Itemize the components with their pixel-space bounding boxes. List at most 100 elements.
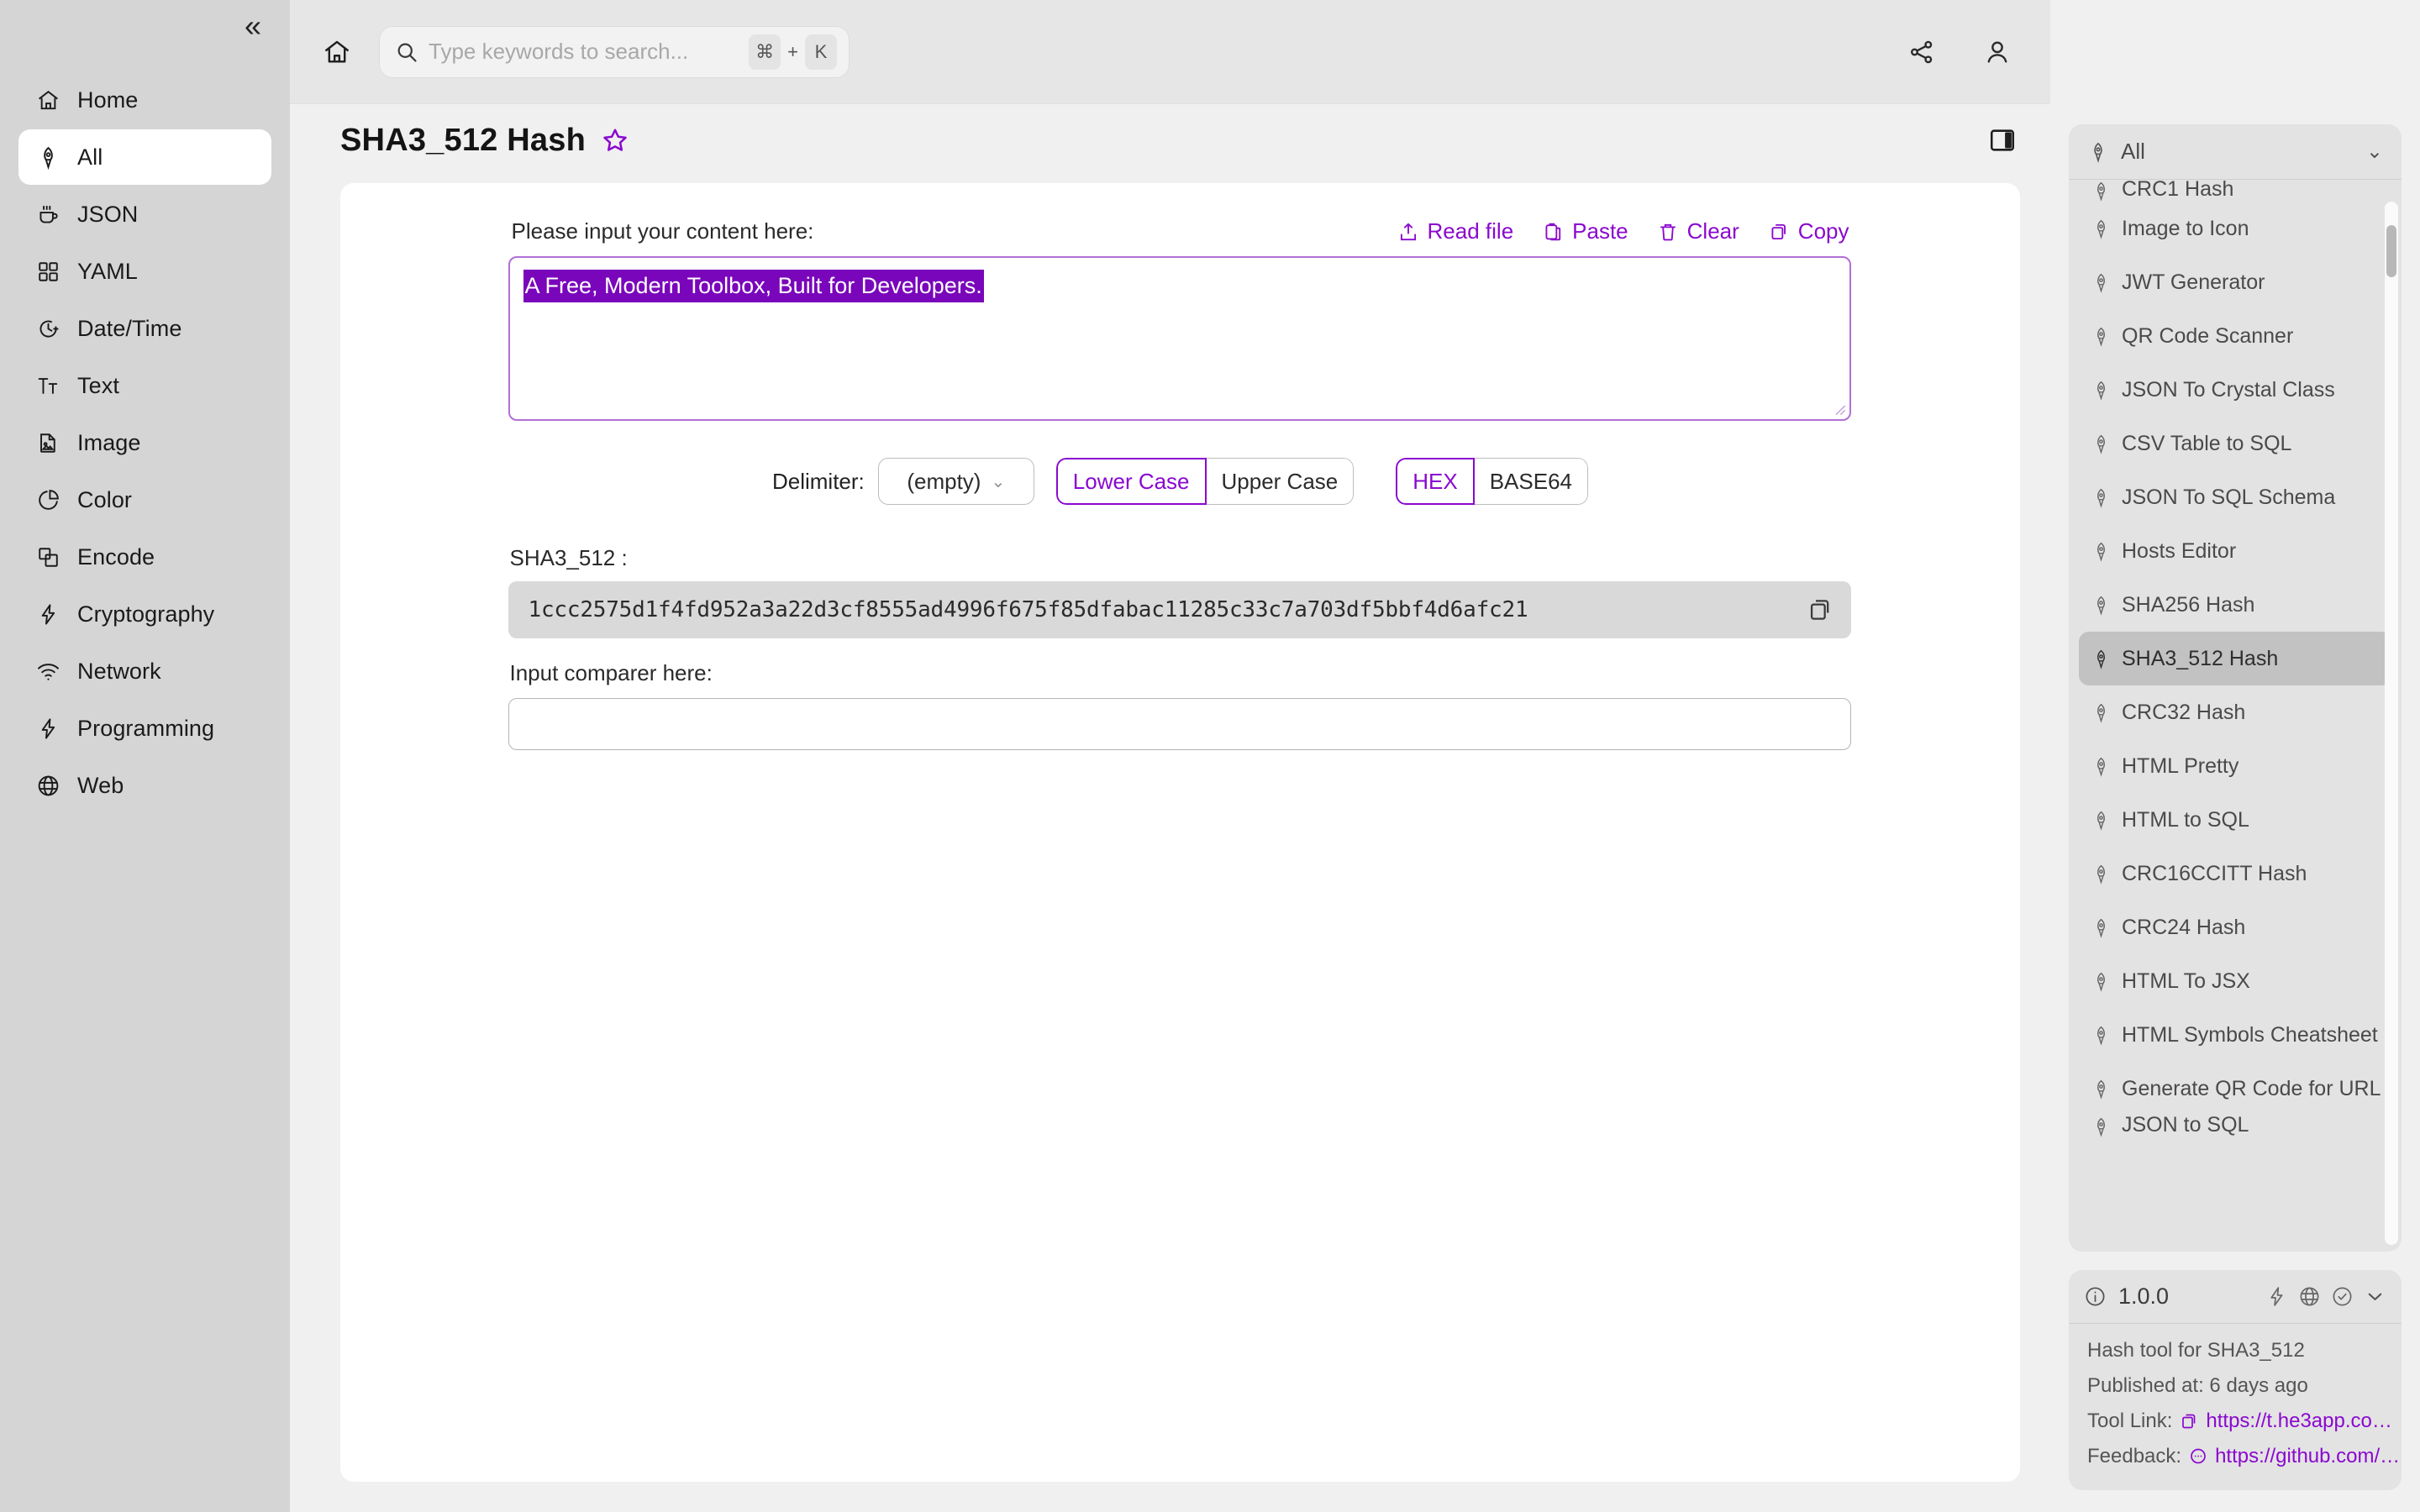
- tool-list-item[interactable]: SHA256 Hash: [2079, 578, 2391, 632]
- check-circle-icon[interactable]: [2331, 1285, 2354, 1308]
- tool-info-actions: [2265, 1285, 2386, 1308]
- chat-bubble-icon[interactable]: [2188, 1446, 2208, 1467]
- tool-list-item-label: Generate QR Code for URL: [2122, 1076, 2381, 1100]
- delimiter-select[interactable]: (empty) ⌄: [877, 458, 1034, 505]
- rocket-icon: [2097, 703, 2105, 723]
- sidebar-item-web[interactable]: Web: [18, 758, 271, 813]
- right-panel: All ⌄ CRC1 Hash Image to Icon JWT Generato…: [2050, 0, 2420, 1512]
- share-button[interactable]: [1902, 33, 1941, 71]
- tool-list-item-label: Image to Icon: [2122, 216, 2249, 240]
- tool-list-item[interactable]: HTML To JSX: [2079, 954, 2391, 1008]
- tool-list-item-label: JSON To SQL Schema: [2122, 485, 2336, 509]
- case-lower-case-button[interactable]: Lower Case: [1055, 458, 1207, 505]
- tool-list-item[interactable]: CRC1 Hash: [2079, 180, 2391, 202]
- input-header-row: Please input your content here: Read fil…: [508, 218, 1853, 244]
- action-label: Read file: [1427, 218, 1514, 244]
- image-icon-wrap: [35, 430, 60, 455]
- rocket-icon-wrap: [35, 144, 60, 170]
- tool-list-item[interactable]: SHA3_512 Hash: [2079, 632, 2391, 685]
- tool-list-item[interactable]: HTML Symbols Cheatsheet: [2079, 1008, 2391, 1062]
- read-file-button[interactable]: Read file: [1397, 218, 1514, 244]
- feedback-label: Feedback:: [2087, 1445, 2182, 1467]
- tool-list-item[interactable]: CRC32 Hash: [2079, 685, 2391, 739]
- resize-grip-icon[interactable]: [1833, 402, 1846, 416]
- tool-list-item[interactable]: HTML to SQL: [2079, 793, 2391, 847]
- sidebar-item-json[interactable]: JSON: [18, 186, 271, 242]
- grid-icon-wrap: [35, 259, 60, 284]
- search-box[interactable]: ⌘ + K: [379, 25, 850, 78]
- search-input[interactable]: [429, 39, 739, 65]
- tools-list[interactable]: CRC1 Hash Image to Icon JWT Generator QR Co…: [2069, 180, 2402, 1252]
- sidebar-item-network[interactable]: Network: [18, 643, 271, 699]
- tool-list-item-label: SHA3_512 Hash: [2122, 646, 2279, 670]
- sidebar-item-all[interactable]: All: [18, 129, 271, 185]
- tool-list-item[interactable]: JWT Generator: [2079, 255, 2391, 309]
- content-textarea[interactable]: A Free, Modern Toolbox, Built for Develo…: [508, 256, 1851, 421]
- globe-icon[interactable]: [2298, 1285, 2321, 1308]
- tool-list-item[interactable]: Generate QR Code for URL: [2079, 1062, 2391, 1116]
- rocket-icon: [2097, 181, 2105, 202]
- result-field[interactable]: 1ccc2575d1f4fd952a3a22d3cf8555ad4996f675…: [508, 581, 1851, 638]
- format-hex-button[interactable]: HEX: [1396, 458, 1475, 505]
- topbar-actions: [1902, 33, 2017, 71]
- lightning-icon[interactable]: [2265, 1285, 2288, 1308]
- tool-link-value[interactable]: https://t.he3app.co…: [2206, 1410, 2391, 1433]
- clear-button[interactable]: Clear: [1657, 218, 1739, 244]
- tool-list-item[interactable]: JSON to SQL: [2079, 1116, 2391, 1137]
- tool-list-item[interactable]: CRC16CCITT Hash: [2079, 847, 2391, 900]
- action-label: Paste: [1572, 218, 1628, 244]
- delimiter-value: (empty): [907, 468, 981, 494]
- tool-list-item[interactable]: JSON To Crystal Class: [2079, 363, 2391, 417]
- tool-description: Hash tool for SHA3_512: [2087, 1339, 2383, 1362]
- tools-filter-dropdown[interactable]: All ⌄: [2069, 124, 2402, 180]
- tool-list-item[interactable]: CSV Table to SQL: [2079, 417, 2391, 470]
- sidebar-item-home[interactable]: Home: [18, 72, 271, 128]
- lightning-icon-wrap: [35, 601, 60, 627]
- case-segmented-control: Lower Case Upper Case: [1055, 458, 1355, 505]
- rocket-icon: [2097, 596, 2105, 616]
- kbd-plus: +: [787, 40, 798, 62]
- text-format-icon-wrap: [35, 373, 60, 398]
- tool-list-item[interactable]: Hosts Editor: [2079, 524, 2391, 578]
- comparer-input[interactable]: [508, 698, 1851, 750]
- sidebar-item-cryptography[interactable]: Cryptography: [18, 586, 271, 642]
- sidebar-item-programming[interactable]: Programming: [18, 701, 271, 756]
- sidebar-collapse-button[interactable]: «: [18, 0, 271, 52]
- favorite-button[interactable]: [601, 126, 629, 155]
- format-base64-button[interactable]: BASE64: [1473, 458, 1589, 505]
- rocket-icon: [2097, 381, 2105, 401]
- sidebar-item-image[interactable]: Image: [18, 415, 271, 470]
- feedback-value[interactable]: https://github.com/…: [2215, 1445, 2400, 1468]
- copy-icon[interactable]: [2179, 1411, 2199, 1431]
- chevron-down-icon[interactable]: [2364, 1285, 2386, 1308]
- right-panel-toggle[interactable]: [1988, 126, 2017, 155]
- sidebar-item-encode[interactable]: Encode: [18, 529, 271, 585]
- clock-icon-wrap: [35, 316, 60, 341]
- tool-list-item-label: QR Code Scanner: [2122, 323, 2294, 348]
- tool-list-item[interactable]: QR Code Scanner: [2079, 309, 2391, 363]
- tools-scroll-thumb[interactable]: [2386, 225, 2396, 277]
- tools-scrollbar[interactable]: [2385, 202, 2398, 1245]
- tools-card: All ⌄ CRC1 Hash Image to Icon JWT Generato…: [2069, 124, 2402, 1252]
- case-upper-case-button[interactable]: Upper Case: [1205, 458, 1355, 505]
- sidebar-item-text[interactable]: Text: [18, 358, 271, 413]
- sidebar-item-date-time[interactable]: Date/Time: [18, 301, 271, 356]
- tool-list-item[interactable]: CRC24 Hash: [2079, 900, 2391, 954]
- lightning-icon: [41, 717, 55, 739]
- paste-button[interactable]: Paste: [1542, 218, 1628, 244]
- page-title: SHA3_512 Hash: [340, 122, 586, 158]
- pie-chart-icon-wrap: [35, 487, 60, 512]
- sidebar-item-label: Text: [77, 372, 119, 398]
- sidebar-item-label: Encode: [77, 543, 155, 570]
- selected-input-text: A Free, Modern Toolbox, Built for Develo…: [523, 270, 984, 302]
- tool-list-item-label: CRC24 Hash: [2122, 915, 2246, 939]
- copy-button[interactable]: Copy: [1768, 218, 1849, 244]
- account-button[interactable]: [1978, 33, 2017, 71]
- tool-list-item[interactable]: HTML Pretty: [2079, 739, 2391, 793]
- home-button[interactable]: [313, 29, 360, 76]
- sidebar-item-yaml[interactable]: YAML: [18, 244, 271, 299]
- sidebar-item-color[interactable]: Color: [18, 472, 271, 528]
- copy-icon[interactable]: [1806, 596, 1834, 624]
- tool-list-item[interactable]: JSON To SQL Schema: [2079, 470, 2391, 524]
- tool-list-item[interactable]: Image to Icon: [2079, 202, 2391, 255]
